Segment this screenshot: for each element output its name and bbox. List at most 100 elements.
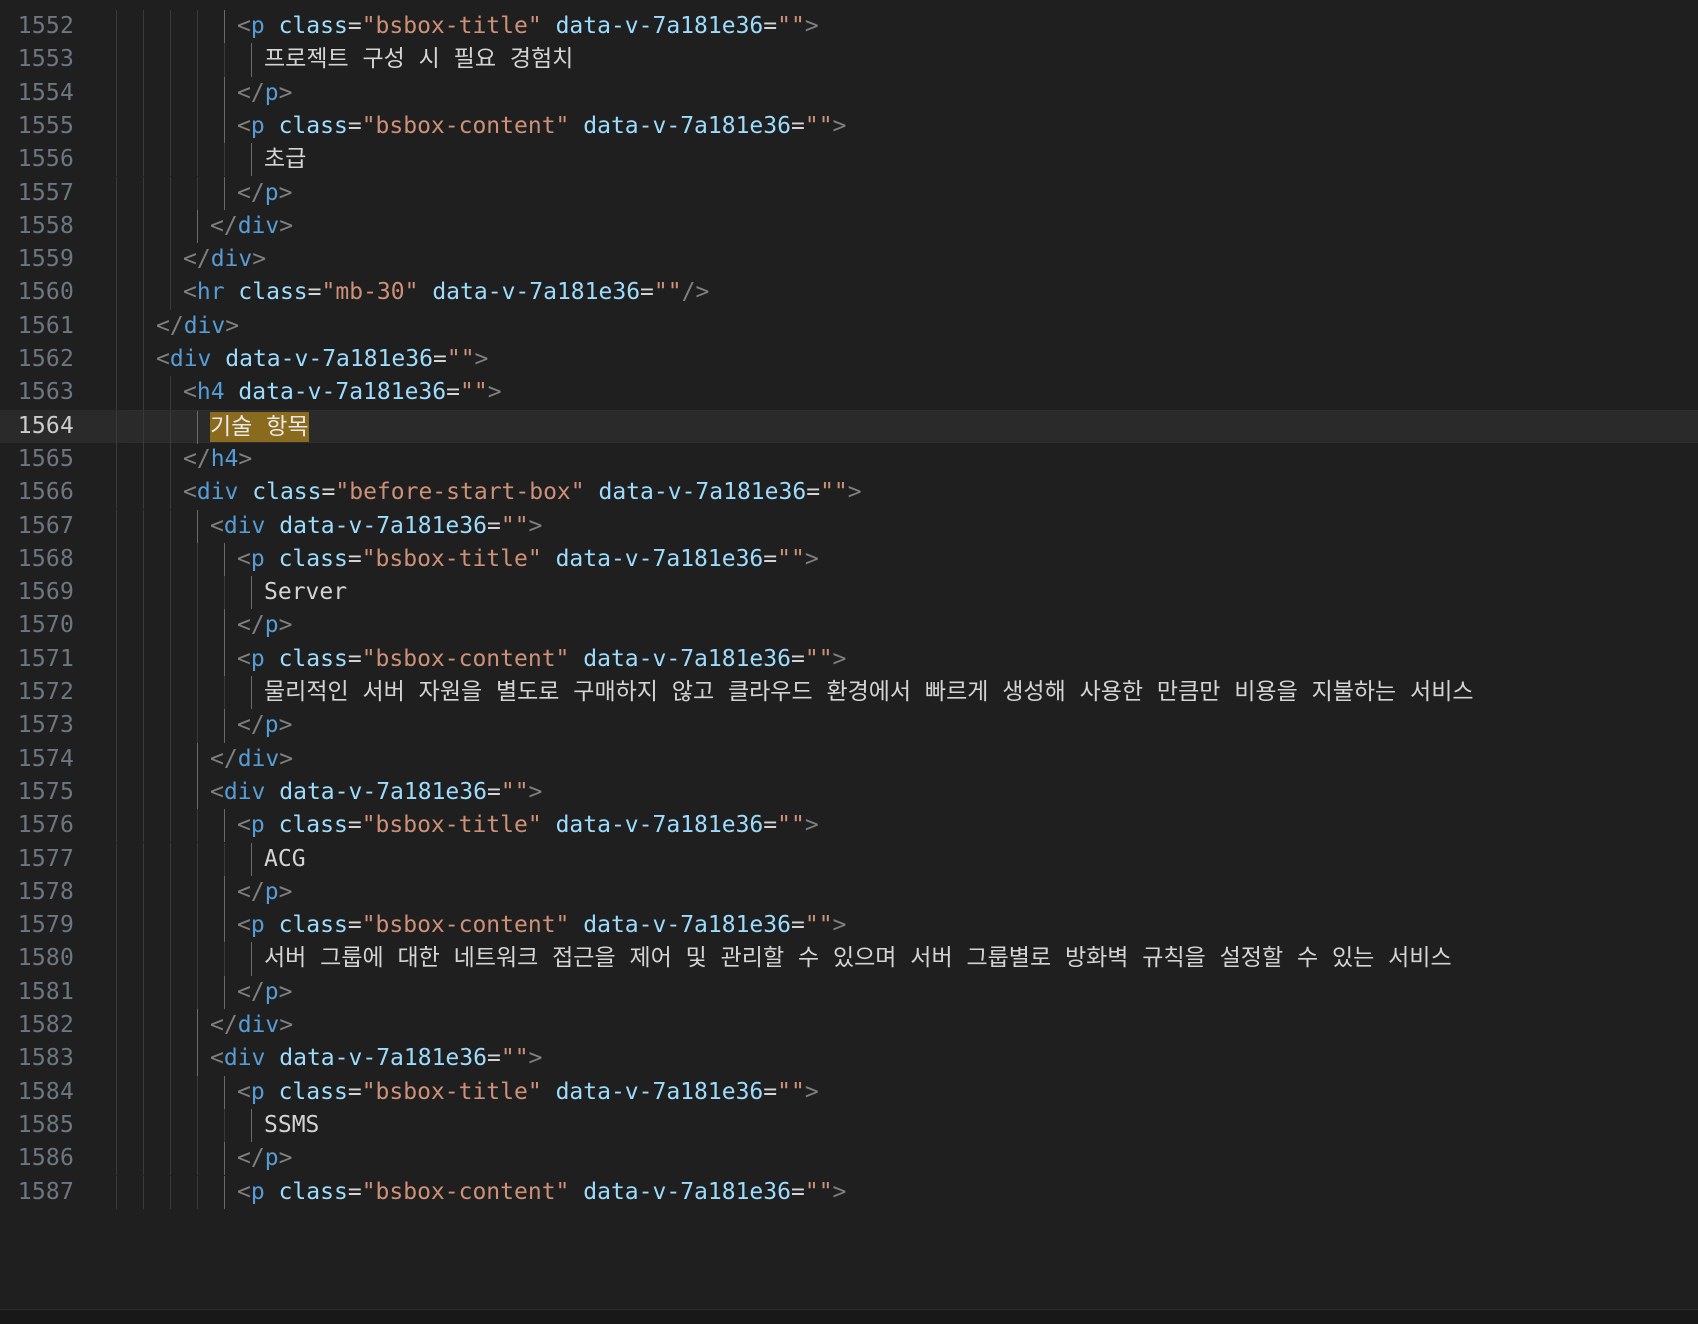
code-area[interactable]: <div data-v-7a181e36=""> — [116, 343, 1698, 377]
code-area[interactable]: <h4 data-v-7a181e36=""> — [116, 376, 1698, 410]
code-area[interactable]: <p class="bsbox-title" data-v-7a181e36="… — [116, 10, 1698, 44]
horizontal-scrollbar[interactable] — [0, 1309, 1698, 1324]
code-line[interactable]: 1580 서버 그룹에 대한 네트워크 접근을 제어 및 관리할 수 있으며 서버… — [0, 942, 1698, 976]
code-area[interactable]: <div class="before-start-box" data-v-7a1… — [116, 476, 1698, 510]
code-area[interactable]: </p> — [116, 709, 1698, 743]
code-area[interactable]: Server — [116, 576, 1698, 610]
code-token: </ — [237, 712, 265, 739]
indent-guide — [224, 942, 225, 976]
code-line[interactable]: 1552 <p class="bsbox-title" data-v-7a181e… — [0, 10, 1698, 44]
code-line[interactable]: 1586 </p> — [0, 1142, 1698, 1176]
code-line[interactable]: 1578 </p> — [0, 875, 1698, 910]
code-line[interactable]: 1582 </div> — [0, 1009, 1698, 1043]
code-area[interactable]: SSMS — [116, 1108, 1698, 1143]
code-line[interactable]: 1585 SSMS — [0, 1108, 1698, 1143]
code-line[interactable]: 1576 <p class="bsbox-title" data-v-7a181e… — [0, 809, 1698, 843]
code-line[interactable]: 1557 </p> — [0, 176, 1698, 210]
code-area[interactable]: <p class="bsbox-content" data-v-7a181e36… — [116, 642, 1698, 676]
code-token: "bsbox-title" — [361, 1078, 542, 1105]
code-line[interactable]: 1556 초급 — [0, 143, 1698, 177]
code-area[interactable]: <div data-v-7a181e36=""> — [116, 775, 1698, 810]
line-number: 1552 — [17, 13, 74, 39]
code-line[interactable]: 1571 <p class="bsbox-content" data-v-7a18… — [0, 642, 1698, 676]
indent-guide — [116, 76, 117, 110]
code-line[interactable]: 1553 프로젝트 구성 시 필요 경험치 — [0, 43, 1698, 77]
code-line[interactable]: 1587 <p class="bsbox-content" data-v-7a18… — [0, 1175, 1698, 1209]
code-area[interactable]: </div> — [116, 209, 1698, 244]
code-token: p — [250, 912, 265, 939]
code-line[interactable]: 1584 <p class="bsbox-title" data-v-7a181e… — [0, 1075, 1698, 1109]
code-area[interactable]: <p class="bsbox-title" data-v-7a181e36="… — [116, 809, 1698, 843]
code-area[interactable]: </p> — [116, 176, 1698, 210]
code-line[interactable]: 1579 <p class="bsbox-content" data-v-7a18… — [0, 909, 1698, 943]
code-line[interactable]: 1574 </div> — [0, 742, 1698, 776]
code-token: = — [763, 545, 778, 572]
code-area[interactable]: </div> — [116, 309, 1698, 343]
code-line[interactable]: 1583 <div data-v-7a181e36=""> — [0, 1042, 1698, 1076]
code-token: div — [183, 312, 226, 339]
code-line[interactable]: 1577 ACG — [0, 842, 1698, 876]
code-area[interactable]: <p class="bsbox-title" data-v-7a181e36="… — [116, 542, 1698, 577]
code-line[interactable]: 1558 </div> — [0, 209, 1698, 244]
code-area[interactable]: ACG — [116, 842, 1698, 876]
code-area[interactable]: <div data-v-7a181e36=""> — [116, 1042, 1698, 1076]
code-line[interactable]: 1573 </p> — [0, 709, 1698, 743]
code-area[interactable]: <div data-v-7a181e36=""> — [116, 509, 1698, 543]
code-area[interactable]: 프로젝트 구성 시 필요 경험치 — [116, 43, 1698, 77]
indent-guide — [197, 1075, 198, 1109]
code-token: "before-start-box" — [335, 479, 585, 506]
code-text: <p class="bsbox-title" data-v-7a181e36="… — [237, 1076, 819, 1109]
indent-guide — [197, 875, 198, 910]
code-area[interactable]: 물리적인 서버 자원을 별도로 구매하지 않고 클라우드 환경에서 빠르게 생성… — [116, 676, 1698, 710]
code-line[interactable]: 1581 </p> — [0, 975, 1698, 1009]
code-line[interactable]: 1565 </h4> — [0, 442, 1698, 477]
code-line[interactable]: 1560 <hr class="mb-30" data-v-7a181e36=""… — [0, 276, 1698, 310]
code-area[interactable]: <p class="bsbox-title" data-v-7a181e36="… — [116, 1075, 1698, 1109]
code-line[interactable]: 1561 </div> — [0, 309, 1698, 343]
code-area[interactable]: <p class="bsbox-content" data-v-7a181e36… — [116, 1175, 1698, 1209]
indent-guide — [170, 609, 171, 643]
code-line[interactable]: 1566 <div class="before-start-box" data-v… — [0, 476, 1698, 510]
code-area[interactable]: </p> — [116, 609, 1698, 643]
code-area[interactable]: <p class="bsbox-content" data-v-7a181e36… — [116, 109, 1698, 144]
code-area[interactable]: </div> — [116, 1009, 1698, 1043]
code-token: = — [763, 13, 778, 39]
code-area[interactable]: </div> — [116, 742, 1698, 776]
indent-guide — [197, 10, 198, 44]
line-number: 1576 — [17, 812, 74, 839]
code-line[interactable]: 1563 <h4 data-v-7a181e36=""> — [0, 376, 1698, 410]
code-token: = — [486, 778, 501, 805]
code-area[interactable]: <p class="bsbox-content" data-v-7a181e36… — [116, 909, 1698, 943]
code-line[interactable]: 1575 <div data-v-7a181e36=""> — [0, 775, 1698, 810]
code-area[interactable]: 서버 그룹에 대한 네트워크 접근을 제어 및 관리할 수 있으며 서버 그룹별… — [116, 942, 1698, 976]
indent-guide — [170, 1042, 171, 1076]
code-line[interactable]: 1559 </div> — [0, 243, 1698, 277]
code-text: Server — [264, 576, 347, 609]
code-area[interactable]: </p> — [116, 76, 1698, 110]
code-area[interactable]: </p> — [116, 875, 1698, 910]
code-line[interactable]: 1562 <div data-v-7a181e36=""> — [0, 343, 1698, 377]
code-area[interactable]: 기술 항목 — [116, 409, 1698, 444]
code-line[interactable]: 1570 </p> — [0, 609, 1698, 643]
code-area[interactable]: </div> — [116, 243, 1698, 277]
code-line[interactable]: 1567 <div data-v-7a181e36=""> — [0, 509, 1698, 543]
code-line[interactable]: 1572 물리적인 서버 자원을 별도로 구매하지 않고 클라우드 환경에서 빠르… — [0, 676, 1698, 710]
code-line[interactable]: 1564 기술 항목 — [0, 409, 1698, 444]
code-area[interactable]: </p> — [116, 1142, 1698, 1176]
code-area[interactable]: <hr class="mb-30" data-v-7a181e36=""/> — [116, 276, 1698, 310]
code-line[interactable]: 1554 </p> — [0, 76, 1698, 110]
code-editor[interactable]: 1552 <p class="bsbox-title" data-v-7a181e… — [0, 0, 1698, 1324]
indent-guide — [143, 376, 144, 410]
code-area[interactable]: 초급 — [116, 143, 1698, 177]
indent-guide — [143, 143, 144, 177]
code-token: < — [237, 912, 251, 939]
code-line[interactable]: 1555 <p class="bsbox-content" data-v-7a18… — [0, 109, 1698, 144]
indent-guide — [197, 775, 198, 810]
line-number: 1568 — [17, 545, 74, 572]
code-area[interactable]: </p> — [116, 975, 1698, 1009]
indent-guide — [197, 975, 198, 1009]
code-area[interactable]: </h4> — [116, 442, 1698, 477]
code-line[interactable]: 1569 Server — [0, 576, 1698, 610]
code-line[interactable]: 1568 <p class="bsbox-title" data-v-7a181e… — [0, 542, 1698, 577]
